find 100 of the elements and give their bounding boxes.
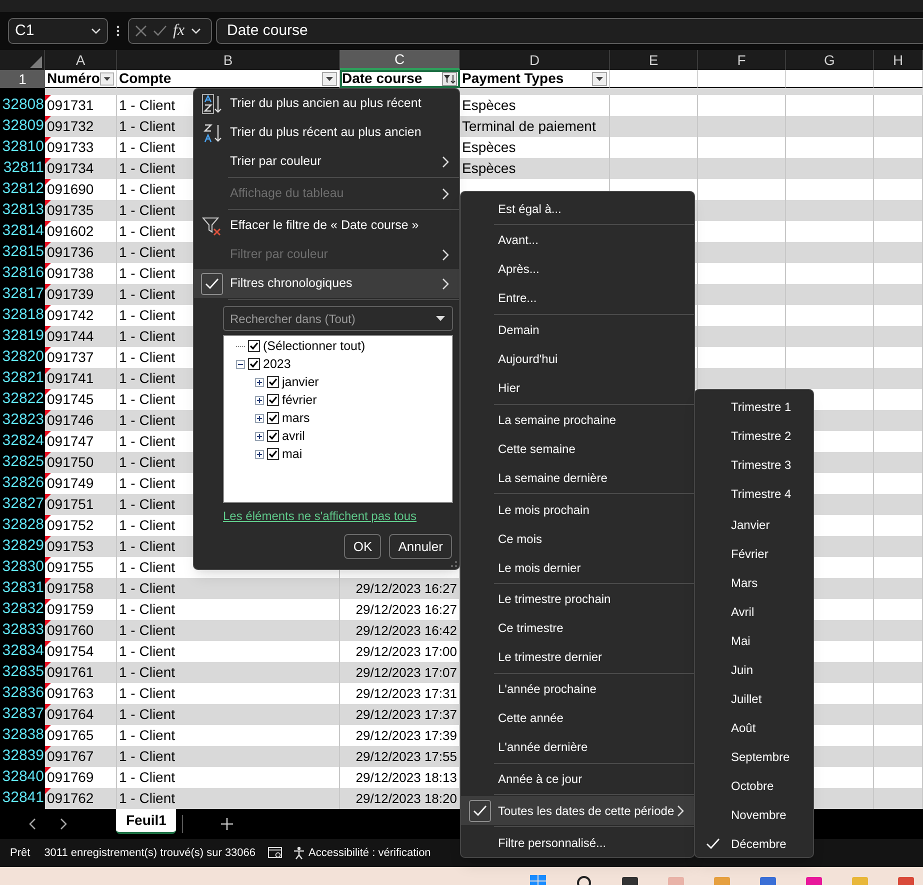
menu-item[interactable]: Le trimestre prochain — [461, 584, 694, 614]
menu-item[interactable]: Septembre — [695, 742, 813, 771]
menu-item[interactable]: Hier — [461, 374, 694, 403]
checkbox[interactable] — [248, 340, 260, 352]
resize-grip-icon[interactable] — [451, 561, 457, 567]
checkbox[interactable] — [267, 412, 279, 424]
next-sheet-icon[interactable] — [60, 818, 68, 830]
table-cell: 1 - Client — [117, 578, 340, 599]
table-cell: 29/12/2023 17:55 — [340, 746, 460, 767]
menu-item[interactable]: Demain — [461, 316, 694, 345]
column-header[interactable]: C — [340, 50, 460, 70]
sheet-tab[interactable]: Feuil1 — [116, 809, 176, 834]
menu-item[interactable]: Décembre — [695, 829, 813, 858]
menu-item[interactable]: Avril — [695, 597, 813, 626]
checkbox[interactable] — [267, 430, 279, 442]
menu-item[interactable]: Cette année — [461, 704, 694, 733]
menu-item[interactable]: Cette semaine — [461, 434, 694, 464]
filter-dropdown-button[interactable] — [592, 72, 607, 86]
checkbox[interactable] — [468, 800, 490, 822]
table-cell: 29/12/2023 17:39 — [340, 725, 460, 746]
insert-function-button[interactable]: fx — [173, 19, 185, 43]
menu-item[interactable]: Trimestre 3 — [695, 450, 813, 479]
menu-item[interactable]: Le trimestre dernier — [461, 642, 694, 672]
expand-icon[interactable] — [255, 378, 264, 386]
menu-item[interactable]: Novembre — [695, 800, 813, 829]
menu-item[interactable]: Août — [695, 713, 813, 742]
chevron-right-icon — [677, 804, 684, 817]
add-sheet-icon[interactable] — [221, 818, 234, 830]
menu-item[interactable]: Février — [695, 539, 813, 568]
menu-item[interactable]: Janvier — [695, 510, 813, 539]
windows-logo-icon[interactable] — [530, 875, 546, 885]
menu-item[interactable]: Mai — [695, 626, 813, 655]
tree-item-label[interactable]: janvier — [282, 372, 319, 392]
menu-item[interactable]: Juin — [695, 655, 813, 684]
accessibility-status[interactable]: Accessibilité : vérification — [308, 844, 431, 862]
table-cell — [874, 704, 923, 725]
table-cell — [874, 788, 923, 809]
accessibility-icon[interactable] — [292, 846, 306, 860]
chevron-right-icon — [442, 188, 449, 200]
search-field[interactable]: Rechercher dans (Tout) — [223, 306, 453, 331]
menu-item[interactable]: Filtre personnalisé... — [461, 828, 694, 858]
checkbox[interactable] — [248, 358, 260, 370]
table-cell: 091741 — [45, 368, 117, 389]
menu-item[interactable]: Filtres chronologiques — [194, 269, 459, 298]
dialog-button[interactable]: OK — [344, 534, 382, 559]
menu-item[interactable]: Année à ce jour — [461, 764, 694, 794]
tree-item-label[interactable]: mars — [282, 408, 310, 428]
checkbox[interactable] — [267, 394, 279, 406]
collapse-icon[interactable] — [236, 360, 245, 368]
checkbox[interactable] — [267, 448, 279, 460]
name-box[interactable]: C1 — [8, 18, 108, 44]
filter-applied-button[interactable] — [442, 72, 457, 86]
menu-item[interactable]: Ce mois — [461, 524, 694, 554]
cancel-icon[interactable] — [135, 25, 147, 37]
table-cell: 091758 — [45, 578, 117, 599]
menu-item[interactable]: Trimestre 1 — [695, 392, 813, 421]
filter-dropdown-button[interactable] — [100, 72, 114, 86]
menu-item[interactable]: La semaine prochaine — [461, 405, 694, 434]
menu-item[interactable]: L'année prochaine — [461, 674, 694, 704]
menu-item[interactable]: Est égal à... — [461, 194, 694, 223]
expand-icon[interactable] — [255, 414, 264, 422]
menu-item[interactable]: Trimestre 4 — [695, 479, 813, 508]
menu-item[interactable]: Octobre — [695, 771, 813, 800]
menu-item[interactable]: La semaine dernière — [461, 463, 694, 492]
search-icon[interactable] — [576, 875, 592, 885]
check-icon[interactable] — [153, 25, 167, 37]
menu-item[interactable]: Le mois prochain — [461, 495, 694, 524]
app-icon[interactable] — [622, 875, 638, 885]
menu-item[interactable]: Ce trimestre — [461, 614, 694, 643]
table-cell: 1 - Client — [117, 641, 340, 662]
previous-sheet-icon[interactable] — [28, 818, 36, 830]
table-cell: 091755 — [45, 557, 117, 578]
menu-item[interactable]: Avant... — [461, 226, 694, 255]
table-cell: 091734 — [45, 158, 117, 179]
chevron-down-icon[interactable] — [190, 28, 201, 34]
menu-item[interactable]: Aujourd'hui — [461, 344, 694, 374]
expand-icon[interactable] — [255, 432, 264, 440]
table-cell: 1 - Client — [117, 599, 340, 620]
menu-item[interactable]: Mars — [695, 568, 813, 597]
tree-item-label[interactable]: février — [282, 390, 317, 410]
table-cell — [874, 305, 923, 326]
menu-item[interactable]: Le mois dernier — [461, 553, 694, 582]
menu-item[interactable]: L'année dernière — [461, 732, 694, 762]
expand-icon[interactable] — [255, 450, 264, 458]
macro-recording-icon[interactable] — [268, 847, 282, 859]
row-header[interactable]: 1 — [0, 70, 45, 88]
menu-item[interactable]: Entre... — [461, 284, 694, 313]
formula-field[interactable]: Date course — [216, 18, 923, 44]
menu-item[interactable]: Juillet — [695, 684, 813, 713]
checkbox[interactable] — [267, 376, 279, 388]
menu-item[interactable]: Toutes les dates de cette période — [461, 796, 694, 826]
dialog-button[interactable]: Annuler — [389, 534, 452, 559]
checkbox[interactable] — [201, 272, 223, 294]
menu-item[interactable]: Trimestre 2 — [695, 421, 813, 450]
filter-dropdown-button[interactable] — [322, 72, 337, 86]
select-all-icon[interactable] — [30, 56, 42, 68]
menu-item[interactable]: Après... — [461, 254, 694, 284]
caret-icon[interactable] — [436, 316, 445, 321]
expand-icon[interactable] — [255, 396, 264, 404]
more-options-icon[interactable] — [116, 25, 120, 37]
